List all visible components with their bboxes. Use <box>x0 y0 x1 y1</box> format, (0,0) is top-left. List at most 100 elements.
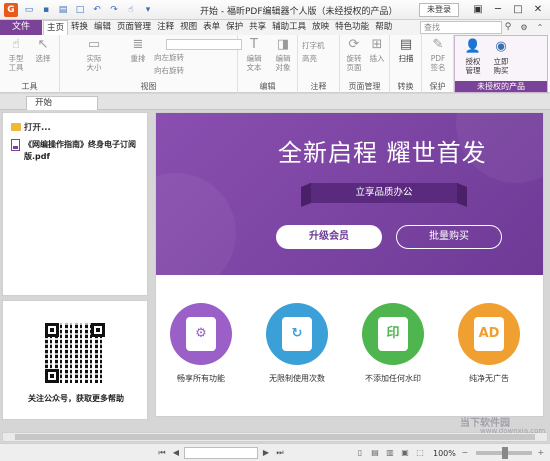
comment-group: 打字机 高亮 注释 <box>298 35 340 93</box>
single-page-icon[interactable]: ▯ <box>354 447 366 459</box>
horizontal-scrollbar[interactable] <box>2 432 548 442</box>
tab-form[interactable]: 表单 <box>200 20 223 35</box>
page-navigation: ⏮ ◀ ▶ ⏭ <box>156 447 286 459</box>
hand-tool-button[interactable]: ☝ 手型 工具 <box>4 37 28 72</box>
recent-panel: 打开... 《网编操作指南》终身电子订阅版.pdf <box>2 112 148 296</box>
highlight-button[interactable]: 高亮 <box>302 54 317 64</box>
expand-icon[interactable]: ⌃ <box>533 21 547 34</box>
app-icon: G <box>4 3 18 17</box>
edit-text-button[interactable]: T 编辑 文本 <box>242 37 266 72</box>
tab-convert[interactable]: 转换 <box>68 20 91 35</box>
refresh-icon: ↻ <box>282 317 312 351</box>
tab-view[interactable]: 视图 <box>177 20 200 35</box>
folder-icon <box>11 123 21 131</box>
cursor-icon: ↖ <box>37 37 49 52</box>
open-file-link[interactable]: 打开... <box>11 121 51 133</box>
tools-group: ☝ 手型 工具 ↖ 选择 工具 <box>0 35 60 93</box>
tab-start[interactable]: 开始 <box>26 96 98 110</box>
promo-banner: 全新启程 耀世首发 立享品质办公 升级会员 批量购买 <box>156 113 543 275</box>
convert-group: ▤ 扫描 转换 <box>390 35 422 93</box>
dropdown-icon[interactable]: ▾ <box>141 3 155 17</box>
protect-group-label: 保护 <box>429 82 446 91</box>
save-icon[interactable]: ▪ <box>39 3 53 17</box>
file-menu[interactable]: 文件 <box>0 20 42 35</box>
tab-accessibility[interactable]: 辅助工具 <box>269 20 309 35</box>
settings-icon[interactable]: ⚙ <box>517 21 531 34</box>
authorize-button[interactable]: 👤 授权 管理 <box>459 38 487 75</box>
title-bar: G ▭ ▪ ▤ □ ↶ ↷ ☝ ▾ 开始 - 福昕PDF编辑器个人版（未经授权的… <box>0 0 550 20</box>
tab-home[interactable]: 主页 <box>43 20 69 35</box>
hand-tool-icon[interactable]: ☝ <box>124 3 138 17</box>
stamp-icon: 印 <box>378 317 408 351</box>
insert-button[interactable]: ⊞ 插入 <box>366 37 388 63</box>
undo-icon[interactable]: ↶ <box>90 3 104 17</box>
tab-share[interactable]: 共享 <box>246 20 269 35</box>
facing-icon[interactable]: ▥ <box>384 447 396 459</box>
next-page-icon[interactable]: ▶ <box>260 447 272 459</box>
tab-edit[interactable]: 编辑 <box>91 20 114 35</box>
zoom-slider[interactable] <box>475 447 532 459</box>
page-number-input[interactable] <box>184 447 258 459</box>
zoom-level[interactable]: 100% <box>433 449 456 458</box>
first-page-icon[interactable]: ⏮ <box>156 447 168 459</box>
pdf-sign-button[interactable]: ✎ PDF 签名 <box>426 37 450 72</box>
view-group-label: 视图 <box>140 82 157 91</box>
tab-page-manage[interactable]: 页面管理 <box>114 20 154 35</box>
maximize-button[interactable]: □ <box>508 2 528 18</box>
skin-icon[interactable]: ▣ <box>468 2 488 18</box>
scrollbar-thumb[interactable] <box>15 434 535 440</box>
bulk-purchase-button[interactable]: 批量购买 <box>396 225 502 249</box>
new-doc-icon[interactable]: □ <box>73 3 87 17</box>
ribbon: ☝ 手型 工具 ↖ 选择 工具 ▭ 实际 大小 ≣ 重排 向左旋转 向右旋转 视… <box>0 35 550 93</box>
login-button[interactable]: 未登录 <box>419 3 459 17</box>
search-icon[interactable]: ⚲ <box>502 21 514 34</box>
reflow-button[interactable]: ≣ 重排 <box>126 37 150 63</box>
actual-size-button[interactable]: ▭ 实际 大小 <box>82 37 106 72</box>
edit-text-icon: T <box>250 37 258 52</box>
tab-features[interactable]: 特色功能 <box>332 20 372 35</box>
recent-file-name: 《网编操作指南》终身电子订阅版.pdf <box>24 140 136 161</box>
convert-group-label: 转换 <box>397 82 414 91</box>
recent-file-item[interactable]: 《网编操作指南》终身电子订阅版.pdf <box>11 139 139 163</box>
upgrade-member-button[interactable]: 升级会员 <box>276 225 382 249</box>
tab-protect[interactable]: 保护 <box>223 20 246 35</box>
tab-comment[interactable]: 注释 <box>154 20 177 35</box>
edit-object-button[interactable]: ◨ 编辑 对象 <box>270 37 296 72</box>
user-manage-icon: 👤 <box>464 39 482 54</box>
tab-help[interactable]: 帮助 <box>372 20 395 35</box>
open-folder-icon[interactable]: ▭ <box>22 3 36 17</box>
minimize-button[interactable]: ─ <box>488 2 508 18</box>
zoom-in-icon[interactable]: + <box>535 447 547 459</box>
insert-icon: ⊞ <box>371 37 383 52</box>
menu-extra: ⚙ ⌃ <box>517 21 547 34</box>
select-button[interactable]: ↖ 选择 <box>31 37 55 63</box>
close-button[interactable]: ✕ <box>528 2 548 18</box>
redo-icon[interactable]: ↷ <box>107 3 121 17</box>
zoom-out-icon[interactable]: − <box>459 447 471 459</box>
scan-button[interactable]: ▤ 扫描 <box>394 37 418 63</box>
actual-size-icon: ▭ <box>87 37 101 52</box>
signature-icon: ✎ <box>432 37 444 52</box>
page-group: ⟳ 旋转 页面 ⊞ 插入 页面管理 <box>340 35 390 93</box>
print-icon[interactable]: ▤ <box>56 3 70 17</box>
protect-group: ✎ PDF 签名 保护 <box>422 35 454 93</box>
typewriter-button[interactable]: 打字机 <box>302 41 325 51</box>
fit-width-icon[interactable]: ⬚ <box>414 447 426 459</box>
rotate-left-button[interactable]: 向左旋转 <box>154 53 184 63</box>
prev-page-icon[interactable]: ◀ <box>170 447 182 459</box>
zoom-combo[interactable] <box>166 39 242 50</box>
view-controls: ▯ ▤ ▥ ▣ ⬚ 100% − + <box>354 447 547 459</box>
menu-bar: 文件 主页 转换 编辑 页面管理 注释 视图 表单 保护 共享 辅助工具 放映 … <box>0 20 550 35</box>
feature-unlimited: ↻ 无限制使用次数 <box>252 303 342 384</box>
feature-no-watermark: 印 不添加任何水印 <box>348 303 438 384</box>
rotate-right-button[interactable]: 向右旋转 <box>154 66 184 76</box>
zoom-slider-knob[interactable] <box>501 447 508 459</box>
search-input[interactable]: 查找 <box>420 21 502 34</box>
tab-slideshow[interactable]: 放映 <box>309 20 332 35</box>
continuous-icon[interactable]: ▤ <box>369 447 381 459</box>
fit-page-icon[interactable]: ▣ <box>399 447 411 459</box>
buy-now-button[interactable]: ◉ 立即 购买 <box>487 38 515 75</box>
rotate-page-button[interactable]: ⟳ 旋转 页面 <box>342 37 366 72</box>
last-page-icon[interactable]: ⏭ <box>274 447 286 459</box>
document-tabs: 开始 <box>0 94 550 110</box>
